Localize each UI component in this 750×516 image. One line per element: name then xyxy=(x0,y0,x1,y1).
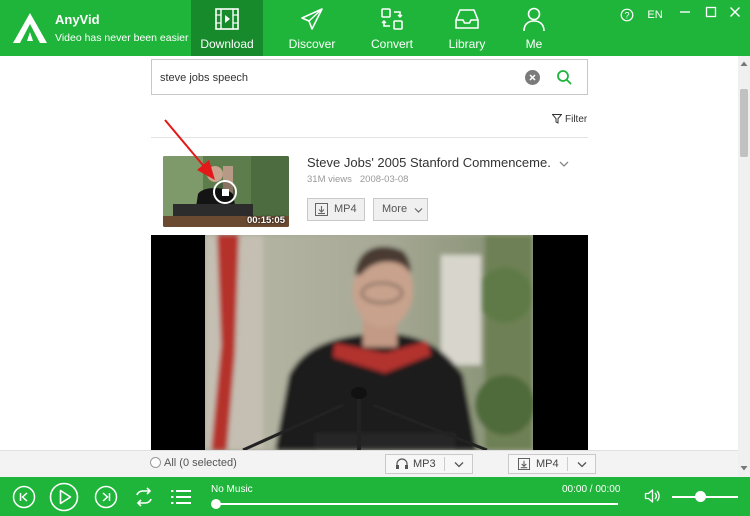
select-all-label: All (0 selected) xyxy=(164,457,237,469)
audio-format-dropdown[interactable]: MP3 xyxy=(385,454,473,474)
user-icon xyxy=(523,7,545,32)
previous-track-icon[interactable] xyxy=(12,485,36,509)
selection-toolbar: All (0 selected) MP3 MP4 xyxy=(0,450,738,477)
film-icon xyxy=(215,8,239,30)
tab-download[interactable]: Download xyxy=(191,0,263,56)
repeat-icon[interactable] xyxy=(132,485,156,509)
tab-library[interactable]: Library xyxy=(431,0,503,56)
scroll-down-icon[interactable] xyxy=(740,464,748,472)
download-mp4-label: MP4 xyxy=(334,203,357,215)
maximize-button[interactable] xyxy=(702,6,720,24)
anyvid-logo-icon xyxy=(13,13,47,43)
minimize-icon xyxy=(680,11,690,13)
divider xyxy=(151,137,588,138)
vertical-scrollbar[interactable] xyxy=(738,56,750,477)
video-meta: 31M views 2008-03-08 xyxy=(307,174,408,185)
stop-preview-button[interactable] xyxy=(213,180,237,204)
convert-icon xyxy=(381,8,403,30)
playlist-icon[interactable] xyxy=(170,487,192,507)
download-mp4-button[interactable]: MP4 xyxy=(307,198,365,221)
chevron-down-icon xyxy=(577,462,587,468)
search-icon[interactable] xyxy=(556,69,573,86)
inbox-icon xyxy=(455,9,479,29)
help-icon: ? xyxy=(620,8,634,22)
minimize-button[interactable] xyxy=(676,6,694,24)
app-name: AnyVid xyxy=(55,12,100,27)
tab-discover[interactable]: Discover xyxy=(276,0,348,56)
video-title[interactable]: Steve Jobs' 2005 Stanford Commenceme... xyxy=(307,155,552,170)
paper-plane-icon xyxy=(301,8,323,30)
close-icon xyxy=(730,7,740,17)
radio-icon xyxy=(150,457,161,468)
music-player-bar: No Music 00:00 / 00:00 xyxy=(0,477,750,516)
video-date: 2008-03-08 xyxy=(359,174,409,185)
maximize-icon xyxy=(705,6,717,18)
language-selector[interactable]: EN xyxy=(645,6,665,24)
help-glyph: ? xyxy=(624,10,629,20)
video-frame xyxy=(205,235,533,450)
clear-icon xyxy=(529,74,536,81)
dropdown-separator xyxy=(567,457,568,471)
video-frame-image xyxy=(205,235,533,450)
stop-icon xyxy=(222,189,229,196)
next-track-icon[interactable] xyxy=(94,485,118,509)
search-bar xyxy=(151,59,588,95)
video-format-label: MP4 xyxy=(536,458,559,470)
dropdown-separator xyxy=(444,457,445,471)
download-box-icon xyxy=(518,458,530,470)
app-slogan: Video has never been easier xyxy=(55,32,189,44)
select-all-checkbox[interactable]: All (0 selected) xyxy=(150,457,237,469)
search-input[interactable] xyxy=(160,69,510,87)
tab-convert[interactable]: Convert xyxy=(356,0,428,56)
tab-convert-label: Convert xyxy=(370,37,414,51)
chevron-down-icon xyxy=(454,462,464,468)
tab-me-label: Me xyxy=(525,37,543,51)
video-thumbnail[interactable]: 00:15:05 xyxy=(163,156,289,227)
tab-library-label: Library xyxy=(448,37,486,51)
chevron-down-icon[interactable] xyxy=(558,158,570,170)
tab-download-label: Download xyxy=(200,37,254,51)
funnel-icon xyxy=(551,114,563,124)
volume-icon[interactable] xyxy=(644,488,660,504)
playback-progress-handle[interactable] xyxy=(211,499,221,509)
tab-discover-label: Discover xyxy=(288,37,336,51)
close-button[interactable] xyxy=(726,6,744,24)
audio-format-label: MP3 xyxy=(413,458,436,470)
download-box-icon xyxy=(315,203,328,216)
scroll-up-icon[interactable] xyxy=(740,60,748,68)
filter-label: Filter xyxy=(565,114,588,125)
video-duration: 00:15:05 xyxy=(246,215,285,226)
video-format-dropdown[interactable]: MP4 xyxy=(508,454,596,474)
play-icon[interactable] xyxy=(49,482,79,512)
volume-slider-handle[interactable] xyxy=(694,491,706,502)
video-views: 31M views xyxy=(307,174,352,185)
playback-time: 00:00 / 00:00 xyxy=(562,484,621,495)
chevron-down-icon xyxy=(414,208,423,213)
clear-search-button[interactable] xyxy=(525,70,540,85)
title-bar: AnyVid Video has never been easier Downl… xyxy=(0,0,750,56)
filter-button[interactable]: Filter xyxy=(551,114,588,125)
download-panel: Filter 00:15:05 Steve Jobs' 2005 Stanfor… xyxy=(0,56,750,477)
playback-progress-track[interactable] xyxy=(216,503,618,505)
now-playing-title: No Music xyxy=(211,484,253,495)
headphones-icon xyxy=(396,458,408,469)
more-formats-button[interactable]: More xyxy=(373,198,428,221)
help-button[interactable]: ? xyxy=(619,6,635,24)
tab-me[interactable]: Me xyxy=(498,0,570,56)
scrollbar-thumb[interactable] xyxy=(740,89,748,157)
more-formats-label: More xyxy=(382,203,408,215)
video-preview-player[interactable] xyxy=(151,235,588,450)
